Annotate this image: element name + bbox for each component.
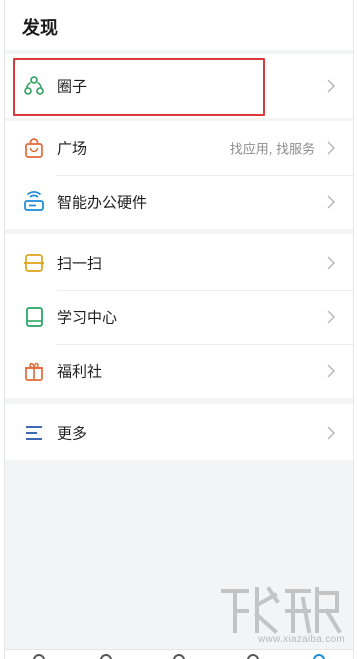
group-more: 更多 — [5, 404, 353, 460]
chevron-right-icon — [327, 79, 335, 93]
group-tools: 扫一扫 学习中心 福利社 — [5, 234, 353, 398]
tab-icon[interactable] — [33, 654, 45, 659]
group-plaza: 广场 找应用, 找服务 智能办公硬件 — [5, 121, 353, 229]
watermark-text: www.xiazaiba.com — [257, 634, 345, 645]
tab-icon[interactable] — [100, 654, 112, 659]
item-label: 扫一扫 — [57, 255, 103, 273]
item-label: 广场 — [57, 140, 88, 158]
circle-group-icon — [24, 76, 44, 95]
scan-icon — [24, 254, 44, 272]
chevron-right-icon — [327, 310, 335, 324]
menu-lines-icon — [26, 426, 42, 440]
watermark-logo — [221, 586, 342, 634]
app-frame: 发现 圈子 广场 找应用, 找服务 智能办公硬件 扫一扫 学习中心 福利社 更多… — [4, 0, 354, 659]
page-title: 发现 — [22, 18, 58, 38]
tab-icon[interactable] — [247, 654, 259, 659]
list-item-welfare[interactable]: 福利社 — [5, 344, 353, 398]
tab-icon[interactable] — [173, 654, 185, 659]
list-item-more[interactable]: 更多 — [5, 406, 353, 460]
item-label: 学习中心 — [57, 309, 118, 327]
chevron-right-icon — [327, 426, 335, 440]
shopping-bag-icon — [25, 138, 43, 158]
book-icon — [26, 307, 43, 327]
list-item-smart-hardware[interactable]: 智能办公硬件 — [5, 175, 353, 229]
list-item-learning[interactable]: 学习中心 — [5, 290, 353, 344]
list-item-circle[interactable]: 圈子 — [5, 59, 353, 113]
header: 发现 — [5, 0, 353, 50]
group-circle: 圈子 — [5, 54, 353, 118]
router-device-icon — [24, 191, 44, 211]
item-label: 圈子 — [57, 78, 88, 96]
list-item-plaza[interactable]: 广场 找应用, 找服务 — [5, 121, 353, 175]
chevron-right-icon — [327, 364, 335, 378]
chevron-right-icon — [327, 141, 335, 155]
item-label: 智能办公硬件 — [57, 194, 148, 212]
list-item-scan[interactable]: 扫一扫 — [5, 236, 353, 290]
chevron-right-icon — [327, 195, 335, 209]
item-hint: 找应用, 找服务 — [229, 141, 315, 157]
item-label: 更多 — [57, 425, 88, 443]
tab-icon[interactable] — [313, 654, 325, 659]
gift-icon — [25, 362, 43, 381]
chevron-right-icon — [327, 256, 335, 270]
bottom-tab-bar — [5, 649, 353, 659]
item-label: 福利社 — [57, 363, 103, 381]
